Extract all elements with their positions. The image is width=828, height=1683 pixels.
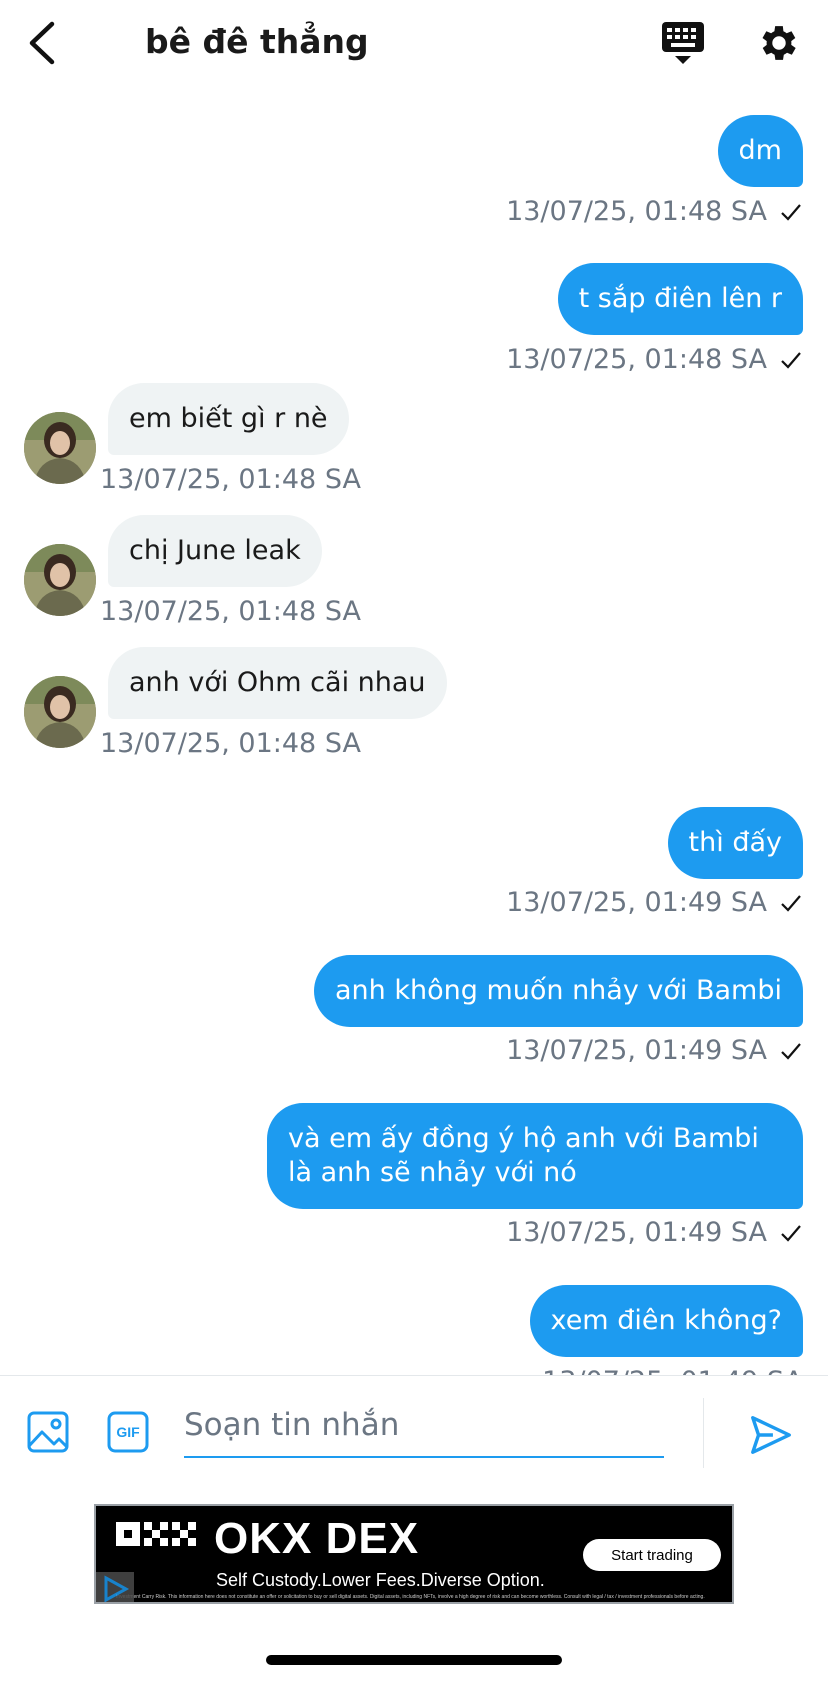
message-timestamp: 13/07/25, 01:49 SA — [506, 887, 803, 918]
ad-disclaimer: Investment Carry Risk. This information … — [116, 1594, 705, 1600]
check-icon — [781, 351, 801, 369]
message-composer: GIF — [0, 1375, 828, 1485]
outgoing-message[interactable]: dm — [717, 115, 803, 187]
play-icon — [104, 1575, 130, 1602]
outgoing-message[interactable]: và em ấy đồng ý hộ anh với Bambi là anh … — [267, 1103, 803, 1209]
message-timestamp: 13/07/25, 01:48 SA — [506, 196, 803, 227]
outgoing-message[interactable]: anh không muốn nhảy với Bambi — [313, 955, 803, 1027]
message-timestamp: 13/07/25, 01:48 SA — [506, 344, 803, 375]
image-icon — [27, 1411, 69, 1453]
ad-headline: OKX DEX — [214, 1514, 420, 1563]
check-icon — [781, 203, 801, 221]
send-button[interactable] — [748, 1412, 794, 1458]
keyboard-icon — [662, 22, 704, 64]
add-gif-button[interactable]: GIF — [106, 1410, 150, 1454]
chat-header: bê đê thẳng — [0, 0, 828, 90]
ad-badge[interactable] — [96, 1572, 134, 1602]
settings-button[interactable] — [756, 20, 802, 66]
incoming-message[interactable]: chị June leak — [108, 515, 322, 587]
avatar[interactable] — [24, 676, 96, 748]
outgoing-message[interactable]: t sắp điên lên r — [557, 263, 803, 335]
ad-banner[interactable]: OKX DEX Self Custody.Lower Fees.Diverse … — [94, 1504, 734, 1604]
avatar-photo — [24, 412, 96, 484]
message-list[interactable]: dm 13/07/25, 01:48 SA t sắp điên lên r 1… — [0, 90, 828, 1376]
message-timestamp: 13/07/25, 01:48 SA — [100, 596, 361, 627]
incoming-message[interactable]: anh với Ohm cãi nhau — [108, 647, 447, 719]
back-button[interactable] — [22, 18, 66, 68]
gif-label: GIF — [116, 1424, 140, 1440]
check-icon — [781, 894, 801, 912]
avatar[interactable] — [24, 412, 96, 484]
outgoing-message[interactable]: thì đấy — [667, 807, 803, 879]
keyboard-button[interactable] — [660, 20, 706, 68]
ad-subline: Self Custody.Lower Fees.Diverse Option. — [216, 1570, 545, 1590]
incoming-message[interactable]: em biết gì r nè — [108, 383, 349, 455]
home-indicator — [266, 1655, 562, 1665]
gear-icon — [762, 26, 796, 60]
add-photo-button[interactable] — [26, 1410, 70, 1454]
message-timestamp: 13/07/25, 01:48 SA — [100, 728, 361, 759]
okx-logo — [116, 1522, 196, 1546]
avatar[interactable] — [24, 544, 96, 616]
message-timestamp: 13/07/25, 01:49 SA — [506, 1035, 803, 1066]
conversation-title[interactable]: bê đê thẳng — [145, 22, 369, 61]
avatar-photo — [24, 544, 96, 616]
check-icon — [781, 1224, 801, 1242]
avatar-photo — [24, 676, 96, 748]
back-arrow-icon — [29, 21, 55, 65]
send-icon — [751, 1416, 791, 1454]
check-icon — [781, 1042, 801, 1060]
outgoing-message[interactable]: xem điên không? — [529, 1285, 803, 1357]
divider — [703, 1398, 704, 1468]
ad-cta-button[interactable]: Start trading — [583, 1539, 721, 1571]
message-timestamp: 13/07/25, 01:48 SA — [100, 464, 361, 495]
message-timestamp: 13/07/25, 01:49 SA — [506, 1217, 803, 1248]
message-input[interactable] — [184, 1394, 664, 1458]
